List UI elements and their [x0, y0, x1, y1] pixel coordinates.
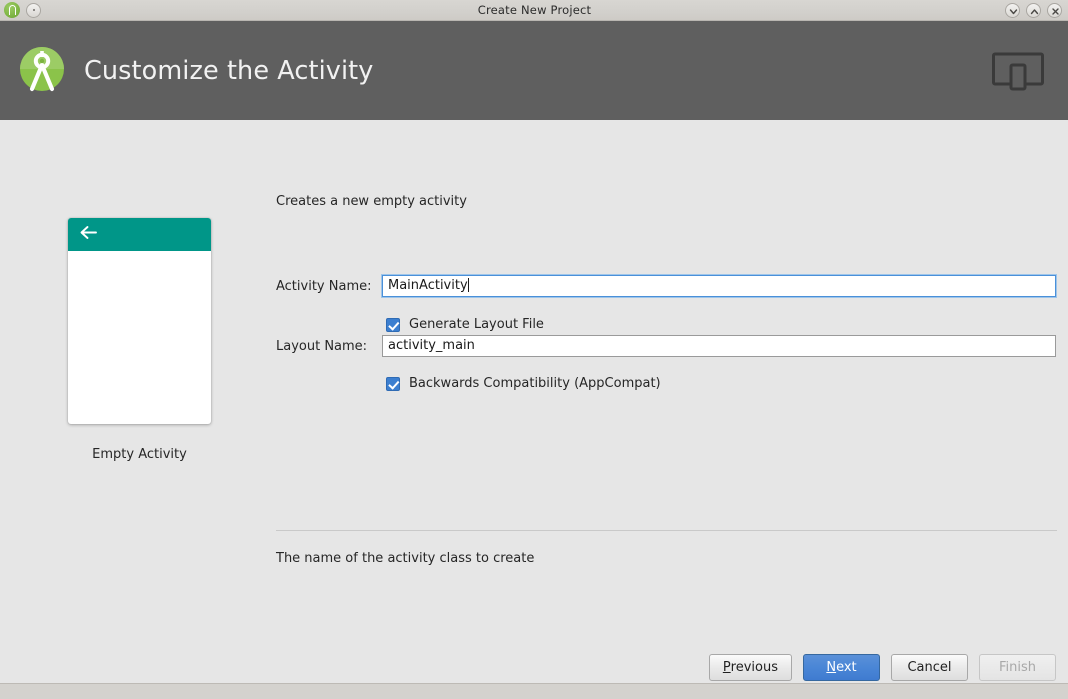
text-caret	[467, 278, 469, 292]
finish-button: Finish	[979, 654, 1056, 681]
android-studio-icon	[4, 2, 20, 18]
next-button-mnemonic: N	[826, 660, 837, 675]
checkbox-checked-icon[interactable]	[386, 376, 400, 391]
activity-name-input[interactable]: MainActivity	[382, 275, 1056, 297]
generate-layout-file-checkbox-row[interactable]: Generate Layout File	[386, 317, 544, 332]
window-menu-button[interactable]	[26, 2, 41, 18]
android-studio-compass-logo	[14, 43, 70, 99]
layout-name-row: Layout Name: activity_main	[276, 335, 1056, 357]
activity-description: Creates a new empty activity	[276, 194, 467, 209]
layout-name-input[interactable]: activity_main	[382, 335, 1056, 357]
window-titlebar: Create New Project	[0, 0, 1068, 21]
wizard-body: Empty Activity Creates a new empty activ…	[0, 120, 1068, 683]
wizard-header: Customize the Activity	[0, 21, 1068, 120]
checkbox-checked-icon[interactable]	[386, 317, 400, 332]
finish-button-label: Finish	[998, 660, 1036, 675]
next-button[interactable]: Next	[803, 654, 880, 681]
layout-name-label: Layout Name:	[276, 338, 368, 354]
cancel-button-label: Cancel	[907, 660, 952, 675]
previous-button[interactable]: Previous	[708, 654, 792, 681]
header-left-group: Customize the Activity	[14, 43, 373, 99]
tablet-phone-device-icon	[992, 51, 1044, 91]
window-controls	[1005, 2, 1068, 18]
activity-preview-card[interactable]	[68, 218, 211, 424]
form-separator	[276, 530, 1057, 531]
activity-preview-caption: Empty Activity	[92, 447, 187, 462]
activity-name-value: MainActivity	[388, 278, 468, 293]
activity-name-label: Activity Name:	[276, 278, 372, 294]
backwards-compatibility-checkbox-row[interactable]: Backwards Compatibility (AppCompat)	[386, 376, 661, 391]
generate-layout-file-label: Generate Layout File	[409, 317, 544, 332]
previous-button-mnemonic: P	[722, 660, 731, 675]
previous-button-label: revious	[730, 660, 778, 675]
layout-name-value: activity_main	[388, 338, 475, 353]
wizard-header-title: Customize the Activity	[84, 55, 374, 86]
titlebar-left-controls	[0, 2, 64, 18]
field-hint-text: The name of the activity class to create	[276, 551, 535, 566]
minimize-button[interactable]	[1005, 2, 1020, 18]
backwards-compatibility-label: Backwards Compatibility (AppCompat)	[409, 376, 661, 391]
next-button-label: ext	[836, 660, 857, 675]
window-title: Create New Project	[477, 3, 592, 17]
preview-appbar	[68, 218, 211, 251]
back-arrow-icon	[79, 225, 98, 244]
maximize-button[interactable]	[1026, 2, 1041, 18]
window-resize-strip	[0, 683, 1068, 699]
wizard-button-bar: Previous Next Cancel Finish	[708, 654, 1056, 681]
close-button[interactable]	[1047, 2, 1062, 18]
activity-name-row: Activity Name: MainActivity	[276, 275, 1056, 297]
cancel-button[interactable]: Cancel	[891, 654, 968, 681]
activity-preview[interactable]: Empty Activity	[68, 218, 211, 462]
